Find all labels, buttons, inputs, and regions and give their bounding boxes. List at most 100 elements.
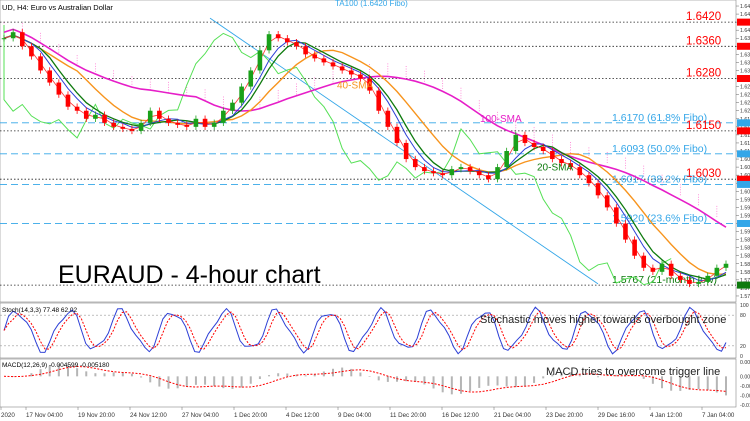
candle-up bbox=[266, 34, 272, 51]
price-axis: 1.6461.6441.6421.6401.6381.6361.6341.632… bbox=[736, 4, 750, 409]
price-tick-label: 1.620 bbox=[740, 109, 750, 115]
stochastic-tick-label: 80 bbox=[740, 313, 746, 319]
candle-down bbox=[348, 70, 354, 75]
candle-down bbox=[83, 110, 89, 119]
time-tick-label: 23 Dec 20:00 bbox=[546, 412, 583, 419]
price-tick-label: 1.596 bbox=[740, 205, 750, 211]
price-tick-label: 1.590 bbox=[740, 230, 750, 236]
time-tick-label: 4 Dec 12:00 bbox=[286, 412, 320, 419]
candle-up bbox=[239, 86, 244, 103]
candle-down bbox=[376, 90, 382, 111]
candle-up bbox=[248, 70, 254, 87]
time-tick-label: 29 Dec 16:00 bbox=[598, 412, 635, 419]
candle-down bbox=[678, 275, 683, 280]
level-label: 1.6150 bbox=[686, 120, 721, 132]
candle-up bbox=[211, 122, 217, 127]
candle-up bbox=[659, 263, 665, 272]
time-tick-label: 21 Dec 04:00 bbox=[494, 412, 531, 419]
candle-up bbox=[147, 110, 153, 123]
candle-down bbox=[595, 183, 601, 196]
candle-up bbox=[1, 38, 7, 40]
candle-down bbox=[47, 70, 52, 83]
candle-down bbox=[275, 34, 281, 39]
time-tick-label: 17 Nov 04:00 bbox=[26, 412, 63, 419]
candle-up bbox=[495, 167, 500, 180]
price-tick-label: 1.594 bbox=[740, 213, 750, 219]
candle-down bbox=[294, 42, 299, 47]
level-price-marker bbox=[737, 119, 750, 127]
candle-down bbox=[540, 146, 546, 151]
level-price-marker bbox=[737, 150, 750, 158]
chart-title: EURAUD - 4-hour chart bbox=[58, 261, 321, 289]
candle-down bbox=[358, 74, 363, 79]
candle-up bbox=[705, 275, 711, 282]
candle-down bbox=[38, 56, 43, 71]
candle-down bbox=[476, 171, 482, 176]
candle-down bbox=[56, 82, 62, 95]
candle-up bbox=[696, 281, 701, 284]
candle-down bbox=[157, 110, 162, 119]
candle-down bbox=[321, 58, 327, 63]
candle-down bbox=[29, 46, 34, 57]
level-price-marker bbox=[737, 75, 750, 83]
level-label: 1.6280 bbox=[686, 68, 721, 80]
price-tick-label: 1.646 bbox=[740, 4, 750, 10]
macd-tick-label: -0.0119 bbox=[740, 403, 750, 409]
candle-down bbox=[129, 128, 135, 131]
price-tick-label: 1.624 bbox=[740, 93, 750, 99]
price-tick-label: 1.608 bbox=[740, 157, 750, 163]
candle-down bbox=[614, 207, 619, 224]
price-tick-label: 1.626 bbox=[740, 85, 750, 91]
macd-tick-label: -0.0040 bbox=[740, 384, 750, 390]
candle-down bbox=[467, 167, 473, 172]
macd-tick-label: -0.0080 bbox=[740, 393, 750, 399]
level-label: 1.6420 bbox=[686, 11, 721, 23]
candle-down bbox=[586, 175, 592, 184]
price-tick-label: 1.640 bbox=[740, 28, 750, 34]
stochastic-pane: Stoch(14,3,3) 77.48 62.02 Stochastic mov… bbox=[0, 302, 737, 359]
time-tick-label: 4 Jan 12:00 bbox=[650, 412, 683, 419]
candle-down bbox=[74, 106, 80, 111]
candle-down bbox=[668, 263, 674, 276]
price-tick-label: 1.638 bbox=[740, 36, 750, 42]
candle-down bbox=[577, 167, 583, 176]
stochastic-annotation: Stochastic moves higher towards overboug… bbox=[480, 314, 726, 326]
candle-down bbox=[111, 122, 116, 127]
time-tick-label: 11 Dec 20:00 bbox=[390, 412, 427, 419]
macd-pane: MACD(12,26,9) -0.004599 -0.005180 MACD t… bbox=[0, 358, 737, 408]
candle-up bbox=[10, 32, 16, 39]
candle-down bbox=[166, 118, 171, 123]
candle-down bbox=[65, 94, 71, 107]
candle-down bbox=[403, 142, 409, 160]
time-tick-label: 9 Dec 04:00 bbox=[338, 412, 372, 419]
level-price-marker bbox=[737, 219, 750, 227]
candle-down bbox=[285, 38, 290, 43]
candle-down bbox=[339, 66, 345, 71]
candle-down bbox=[102, 114, 107, 123]
price-tick-label: 1.588 bbox=[740, 238, 750, 244]
candle-down bbox=[440, 173, 445, 176]
level-price-marker bbox=[737, 281, 750, 289]
candle-down bbox=[531, 142, 537, 147]
candle-down bbox=[312, 54, 318, 59]
candle-down bbox=[303, 46, 308, 55]
level-label: 1.6360 bbox=[686, 35, 721, 47]
candle-up bbox=[504, 151, 509, 168]
candle-down bbox=[202, 118, 208, 127]
price-tick-label: 1.586 bbox=[740, 246, 750, 252]
price-pane: 1.64201.63601.62801.6170 (61.8% Fibo)1.6… bbox=[0, 0, 737, 303]
candle-down bbox=[550, 151, 555, 160]
level-label: 1.6017 (38.2% Fibo) bbox=[612, 173, 707, 185]
candle-down bbox=[394, 126, 400, 143]
price-tick-label: 1.644 bbox=[740, 12, 750, 18]
price-tick-label: 1.606 bbox=[740, 165, 750, 171]
sma-label: 100-SMA bbox=[480, 114, 522, 125]
candle-down bbox=[623, 223, 628, 240]
candle-up bbox=[714, 267, 720, 276]
level-label: 1.6093 (50.0% Fibo) bbox=[612, 143, 707, 155]
candle-down bbox=[650, 267, 656, 272]
level-price-marker bbox=[737, 42, 750, 50]
price-tick-label: 1.612 bbox=[740, 141, 750, 147]
top-fibo-label: TA100 (1.6420 Fibo) bbox=[335, 0, 408, 8]
macd-annotation: MACD tries to overcome trigger line bbox=[546, 366, 720, 378]
